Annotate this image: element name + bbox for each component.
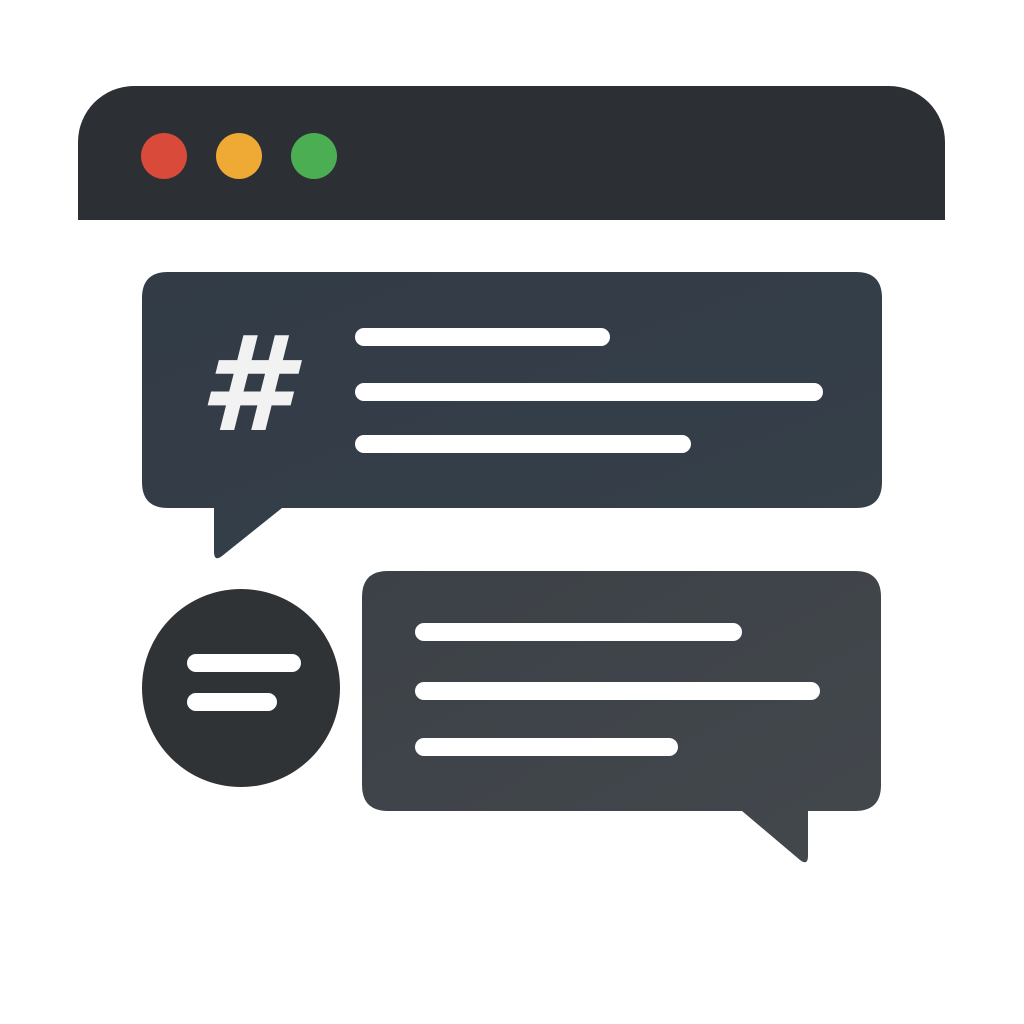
minimize-window-button[interactable] (216, 133, 262, 179)
avatar[interactable] (142, 589, 340, 787)
reply-text-line (415, 738, 678, 756)
reply-text-line (415, 682, 820, 700)
close-window-button[interactable] (141, 133, 187, 179)
window-titlebar (78, 86, 945, 220)
chat-app-illustration: # (0, 0, 1024, 1024)
message-text-line (355, 383, 823, 401)
reply-message-bubble[interactable] (362, 571, 881, 863)
message-text-line (355, 328, 610, 346)
hash-icon: # (199, 308, 291, 462)
reply-text-line (415, 623, 742, 641)
message-text-line (355, 435, 691, 453)
maximize-window-button[interactable] (291, 133, 337, 179)
